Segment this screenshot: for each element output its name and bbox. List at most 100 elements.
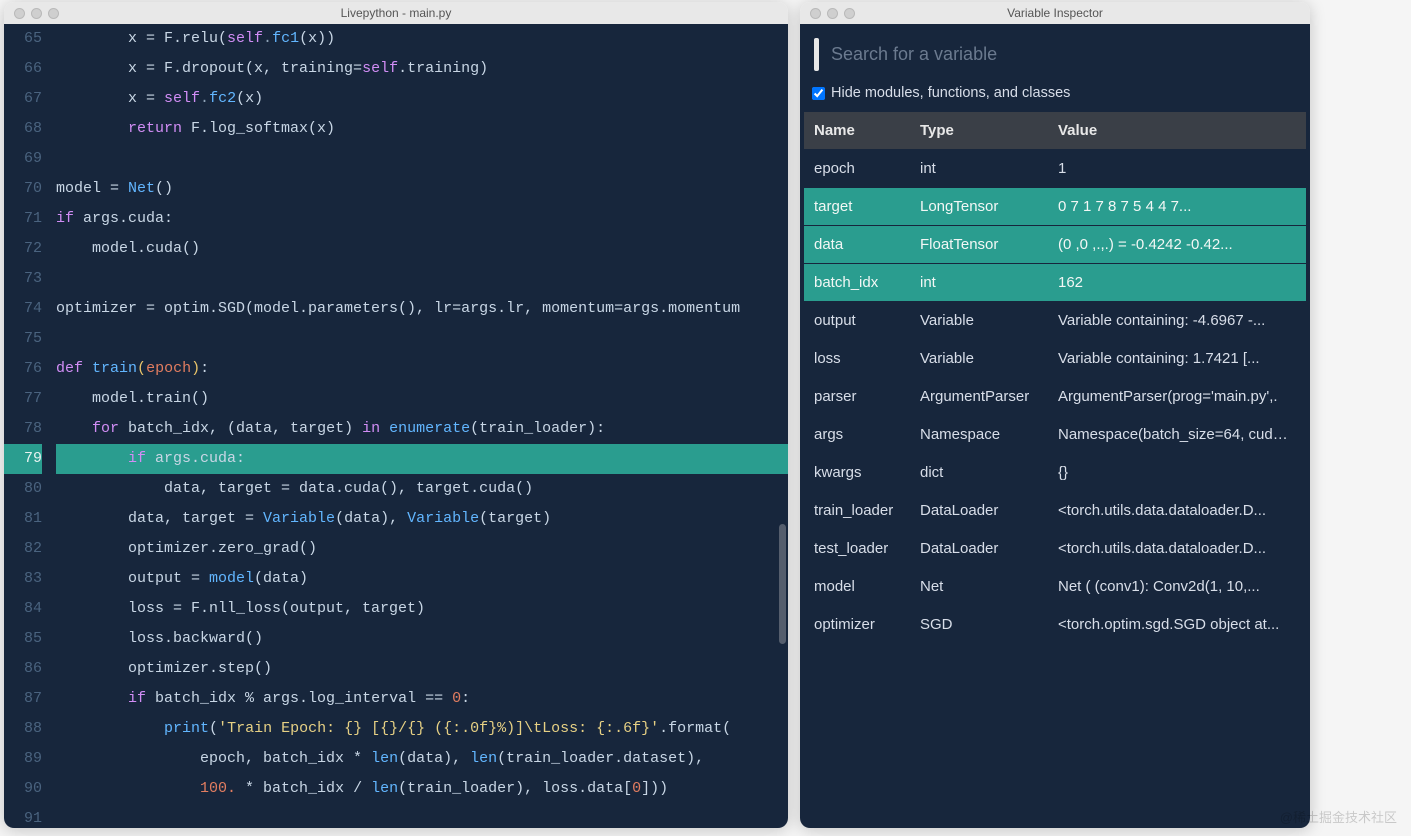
code-titlebar[interactable]: Livepython - main.py	[4, 2, 788, 24]
code-line[interactable]: if args.cuda:	[56, 204, 788, 234]
code-line[interactable]	[56, 264, 788, 294]
code-line[interactable]: loss = F.nll_loss(output, target)	[56, 594, 788, 624]
cell-name: model	[804, 568, 910, 605]
cell-name: batch_idx	[804, 264, 910, 301]
line-number: 74	[4, 294, 42, 324]
table-row[interactable]: targetLongTensor0 7 1 7 8 7 5 4 4 7...	[804, 188, 1306, 225]
code-line[interactable]	[56, 144, 788, 174]
cell-name: data	[804, 226, 910, 263]
line-number: 80	[4, 474, 42, 504]
minimize-icon[interactable]	[31, 8, 42, 19]
line-number: 90	[4, 774, 42, 804]
col-value[interactable]: Value	[1048, 112, 1306, 149]
code-line[interactable]: model = Net()	[56, 174, 788, 204]
code-line[interactable]	[56, 804, 788, 828]
code-line[interactable]: return F.log_softmax(x)	[56, 114, 788, 144]
cell-name: test_loader	[804, 530, 910, 567]
cell-type: ArgumentParser	[910, 378, 1048, 415]
code-line[interactable]: optimizer.step()	[56, 654, 788, 684]
line-number: 75	[4, 324, 42, 354]
search-input[interactable]	[831, 38, 1296, 71]
table-row[interactable]: modelNetNet ( (conv1): Conv2d(1, 10,...	[804, 568, 1306, 605]
line-number: 87	[4, 684, 42, 714]
line-number: 84	[4, 594, 42, 624]
cell-type: SGD	[910, 606, 1048, 643]
code-line[interactable]: 100. * batch_idx / len(train_loader), lo…	[56, 774, 788, 804]
scrollbar-thumb[interactable]	[779, 524, 786, 644]
line-number: 85	[4, 624, 42, 654]
code-line[interactable]: if batch_idx % args.log_interval == 0:	[56, 684, 788, 714]
cell-type: DataLoader	[910, 492, 1048, 529]
hide-label[interactable]: Hide modules, functions, and classes	[831, 85, 1070, 101]
close-icon[interactable]	[810, 8, 821, 19]
cell-name: kwargs	[804, 454, 910, 491]
code-line[interactable]: if args.cuda:	[56, 444, 788, 474]
line-number: 68	[4, 114, 42, 144]
cell-type: dict	[910, 454, 1048, 491]
table-header-row: Name Type Value	[804, 112, 1306, 149]
code-line[interactable]: for batch_idx, (data, target) in enumera…	[56, 414, 788, 444]
table-row[interactable]: batch_idxint162	[804, 264, 1306, 301]
code-area[interactable]: x = F.relu(self.fc1(x)) x = F.dropout(x,…	[52, 24, 788, 828]
hide-row: Hide modules, functions, and classes	[800, 81, 1310, 111]
minimize-icon[interactable]	[827, 8, 838, 19]
code-line[interactable]: data, target = data.cuda(), target.cuda(…	[56, 474, 788, 504]
code-line[interactable]: data, target = Variable(data), Variable(…	[56, 504, 788, 534]
cell-value: <torch.optim.sgd.SGD object at...	[1048, 606, 1306, 643]
line-number: 65	[4, 24, 42, 54]
inspector-window: Variable Inspector Hide modules, functio…	[800, 2, 1310, 828]
table-row[interactable]: test_loaderDataLoader<torch.utils.data.d…	[804, 530, 1306, 567]
zoom-icon[interactable]	[48, 8, 59, 19]
search-wrap	[800, 24, 1310, 81]
line-number: 79	[4, 444, 42, 474]
table-row[interactable]: optimizerSGD<torch.optim.sgd.SGD object …	[804, 606, 1306, 643]
line-number: 70	[4, 174, 42, 204]
code-line[interactable]: epoch, batch_idx * len(data), len(train_…	[56, 744, 788, 774]
line-number: 77	[4, 384, 42, 414]
cell-value: <torch.utils.data.dataloader.D...	[1048, 530, 1306, 567]
hide-checkbox[interactable]	[812, 87, 825, 100]
code-line[interactable]: model.cuda()	[56, 234, 788, 264]
zoom-icon[interactable]	[844, 8, 855, 19]
cell-type: int	[910, 150, 1048, 187]
inspector-titlebar[interactable]: Variable Inspector	[800, 2, 1310, 24]
code-line[interactable]: optimizer.zero_grad()	[56, 534, 788, 564]
variable-table: Name Type Value epochint1targetLongTenso…	[804, 111, 1306, 644]
cell-value: (0 ,0 ,.,.) = -0.4242 -0.42...	[1048, 226, 1306, 263]
cell-name: output	[804, 302, 910, 339]
line-number: 86	[4, 654, 42, 684]
col-type[interactable]: Type	[910, 112, 1048, 149]
code-line[interactable]: output = model(data)	[56, 564, 788, 594]
cell-name: args	[804, 416, 910, 453]
code-line[interactable]: x = self.fc2(x)	[56, 84, 788, 114]
table-row[interactable]: epochint1	[804, 150, 1306, 187]
line-number: 69	[4, 144, 42, 174]
table-row[interactable]: dataFloatTensor(0 ,0 ,.,.) = -0.4242 -0.…	[804, 226, 1306, 263]
code-line[interactable]: x = F.relu(self.fc1(x))	[56, 24, 788, 54]
table-row[interactable]: lossVariableVariable containing: 1.7421 …	[804, 340, 1306, 377]
col-name[interactable]: Name	[804, 112, 910, 149]
window-controls	[800, 8, 855, 19]
code-line[interactable]: model.train()	[56, 384, 788, 414]
cell-value: ArgumentParser(prog='main.py',.	[1048, 378, 1306, 415]
line-number: 88	[4, 714, 42, 744]
table-row[interactable]: train_loaderDataLoader<torch.utils.data.…	[804, 492, 1306, 529]
code-line[interactable]	[56, 324, 788, 354]
line-number: 76	[4, 354, 42, 384]
code-editor[interactable]: 6566676869707172737475767778798081828384…	[4, 24, 788, 828]
code-line[interactable]: optimizer = optim.SGD(model.parameters()…	[56, 294, 788, 324]
cell-name: target	[804, 188, 910, 225]
cell-type: FloatTensor	[910, 226, 1048, 263]
close-icon[interactable]	[14, 8, 25, 19]
code-line[interactable]: print('Train Epoch: {} [{}/{} ({:.0f}%)]…	[56, 714, 788, 744]
table-row[interactable]: parserArgumentParserArgumentParser(prog=…	[804, 378, 1306, 415]
table-row[interactable]: kwargsdict{}	[804, 454, 1306, 491]
line-number: 83	[4, 564, 42, 594]
code-line[interactable]: loss.backward()	[56, 624, 788, 654]
table-row[interactable]: argsNamespaceNamespace(batch_size=64, cu…	[804, 416, 1306, 453]
table-row[interactable]: outputVariableVariable containing: -4.69…	[804, 302, 1306, 339]
cell-name: parser	[804, 378, 910, 415]
code-line[interactable]: x = F.dropout(x, training=self.training)	[56, 54, 788, 84]
cell-type: int	[910, 264, 1048, 301]
code-line[interactable]: def train(epoch):	[56, 354, 788, 384]
